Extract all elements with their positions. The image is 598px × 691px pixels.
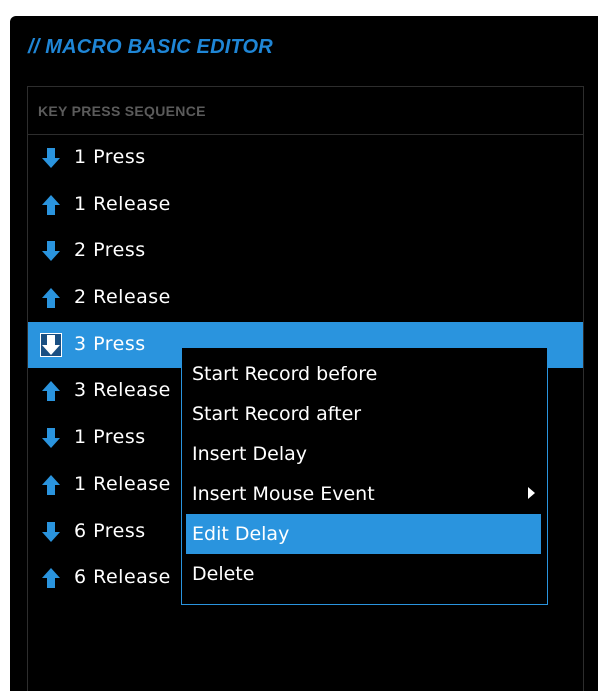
arrow-down-icon [41, 427, 61, 449]
menu-item-label: Delete [192, 563, 255, 585]
menu-item-insert-mouse-event[interactable]: Insert Mouse Event [186, 474, 541, 514]
sequence-row-label: 6 Release [74, 566, 171, 589]
arrow-up-icon [41, 474, 61, 496]
menu-item-label: Start Record before [192, 363, 378, 385]
menu-item-edit-delay[interactable]: Edit Delay [186, 514, 541, 554]
sequence-row-label: 1 Release [74, 192, 171, 215]
arrow-up-icon [41, 380, 61, 402]
sequence-row[interactable]: 2 Release [28, 275, 583, 322]
arrow-down-icon [41, 240, 61, 262]
sequence-row-label: 2 Release [74, 286, 171, 309]
sequence-header: KEY PRESS SEQUENCE [28, 87, 583, 135]
sequence-row[interactable]: 2 Press [28, 228, 583, 275]
arrow-up-icon [41, 194, 61, 216]
arrow-up-icon [41, 287, 61, 309]
menu-item-label: Edit Delay [192, 523, 290, 545]
sequence-row[interactable]: 1 Press [28, 135, 583, 182]
panel-title: // MACRO BASIC EDITOR [28, 36, 273, 58]
menu-item-insert-delay[interactable]: Insert Delay [186, 434, 541, 474]
menu-item-label: Insert Delay [192, 443, 308, 465]
sequence-row-label: 1 Release [74, 472, 171, 495]
menu-item-start-record-after[interactable]: Start Record after [186, 394, 541, 434]
menu-item-label: Insert Mouse Event [192, 483, 375, 505]
sequence-row-label: 3 Press [74, 332, 146, 355]
sequence-row-label: 2 Press [74, 239, 146, 262]
sequence-header-label: KEY PRESS SEQUENCE [38, 103, 206, 119]
arrow-up-icon [41, 567, 61, 589]
arrow-down-icon [40, 332, 62, 357]
arrow-down-icon [41, 147, 61, 169]
context-menu: Start Record before Start Record after Ins… [181, 347, 548, 605]
sequence-row-label: 3 Release [74, 379, 171, 402]
menu-item-label: Start Record after [192, 403, 362, 425]
arrow-down-icon [41, 521, 61, 543]
sequence-row-label: 1 Press [74, 146, 146, 168]
sequence-row-label: 1 Press [74, 426, 146, 449]
submenu-arrow-icon [528, 487, 535, 499]
sequence-row-label: 6 Press [74, 519, 146, 542]
menu-item-start-record-before[interactable]: Start Record before [186, 354, 541, 394]
sequence-row[interactable]: 1 Release [28, 182, 583, 229]
menu-item-delete[interactable]: Delete [186, 554, 541, 594]
